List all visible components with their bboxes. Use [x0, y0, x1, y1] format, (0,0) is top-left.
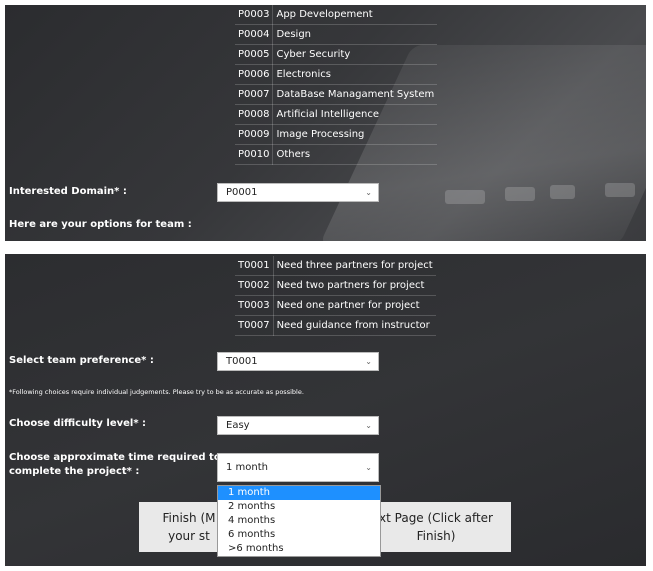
chevron-down-icon: ⌄ — [365, 420, 372, 430]
domain-row: P0003 App Developement — [235, 5, 438, 25]
finish-button-line2: your st — [168, 529, 210, 543]
domain-panel: P0003 App Developement P0004 Design P0005 Cyb… — [5, 5, 646, 241]
domain-name: DataBase Managament System — [272, 84, 438, 105]
team-code: T0003 — [235, 295, 274, 316]
team-select-value: T0001 — [226, 356, 258, 367]
domain-row: P0007 DataBase Managament System — [235, 84, 438, 105]
keyboard-key-graphic — [605, 183, 635, 197]
domain-name: Artificial Intelligence — [272, 104, 438, 125]
time-option[interactable]: 1 month — [218, 486, 380, 500]
time-option[interactable]: 6 months — [218, 528, 380, 542]
next-button-line2: Finish) — [416, 529, 456, 543]
team-name: Need two partners for project — [273, 275, 436, 296]
domain-code: P0003 — [235, 5, 274, 25]
domain-code: P0005 — [235, 44, 274, 65]
time-option[interactable]: 2 months — [218, 500, 380, 514]
team-table: T0001 Need three partners for project T000… — [235, 256, 436, 336]
domain-select-value: P0001 — [226, 187, 258, 198]
domain-select[interactable]: P0001 ⌄ — [217, 183, 379, 202]
team-code: T0007 — [235, 315, 274, 336]
difficulty-select[interactable]: Easy ⌄ — [217, 416, 379, 435]
domain-code: P0006 — [235, 64, 274, 85]
keyboard-key-graphic — [505, 187, 535, 201]
next-button-line1: xt Page (Click after — [379, 511, 493, 525]
chevron-down-icon: ⌄ — [365, 356, 372, 366]
domain-name: Cyber Security — [272, 44, 438, 65]
team-code: T0001 — [235, 256, 274, 276]
team-code: T0002 — [235, 275, 274, 296]
domain-table: P0003 App Developement P0004 Design P0005 Cyb… — [235, 5, 438, 165]
team-row: T0001 Need three partners for project — [235, 256, 436, 276]
judgement-note: *Following choices require individual ju… — [9, 388, 304, 396]
finish-button-line1: Finish (M — [162, 511, 216, 525]
domain-row: P0010 Others — [235, 144, 438, 165]
time-option[interactable]: 4 months — [218, 514, 380, 528]
domain-name: Others — [272, 144, 438, 165]
team-name: Need one partner for project — [273, 295, 436, 316]
time-options-dropdown[interactable]: 1 month 2 months 4 months 6 months >6 months — [217, 485, 381, 557]
domain-name: Electronics — [272, 64, 438, 85]
time-select-value: 1 month — [226, 462, 268, 473]
domain-code: P0009 — [235, 124, 274, 145]
time-select[interactable]: 1 month ⌄ — [217, 453, 379, 482]
domain-code: P0010 — [235, 144, 274, 165]
team-label: Select team preference* : — [9, 355, 154, 366]
domain-label: Interested Domain* : — [9, 186, 127, 197]
team-name: Need three partners for project — [273, 256, 436, 276]
domain-row: P0005 Cyber Security — [235, 44, 438, 65]
team-intro-text: Here are your options for team : — [9, 219, 192, 230]
domain-row: P0009 Image Processing — [235, 124, 438, 145]
domain-code: P0008 — [235, 104, 274, 125]
domain-row: P0004 Design — [235, 24, 438, 45]
domain-row: P0006 Electronics — [235, 64, 438, 85]
domain-row: P0008 Artificial Intelligence — [235, 104, 438, 125]
keyboard-key-graphic — [445, 190, 485, 204]
next-page-button[interactable]: xt Page (Click after Finish) — [361, 502, 511, 552]
domain-code: P0004 — [235, 24, 274, 45]
domain-name: App Developement — [272, 5, 438, 25]
team-row: T0002 Need two partners for project — [235, 275, 436, 296]
domain-name: Design — [272, 24, 438, 45]
time-label-line2: complete the project* : — [9, 466, 140, 477]
team-row: T0003 Need one partner for project — [235, 295, 436, 316]
team-name: Need guidance from instructor — [273, 315, 436, 336]
chevron-down-icon: ⌄ — [365, 462, 372, 472]
team-row: T0007 Need guidance from instructor — [235, 315, 436, 336]
team-select[interactable]: T0001 ⌄ — [217, 352, 379, 371]
difficulty-label: Choose difficulty level* : — [9, 418, 147, 429]
domain-name: Image Processing — [272, 124, 438, 145]
keyboard-key-graphic — [550, 185, 575, 199]
time-label-line1: Choose approximate time required to — [9, 452, 221, 463]
domain-code: P0007 — [235, 84, 274, 105]
time-option[interactable]: >6 months — [218, 542, 380, 556]
difficulty-select-value: Easy — [226, 420, 250, 431]
chevron-down-icon: ⌄ — [365, 187, 372, 197]
